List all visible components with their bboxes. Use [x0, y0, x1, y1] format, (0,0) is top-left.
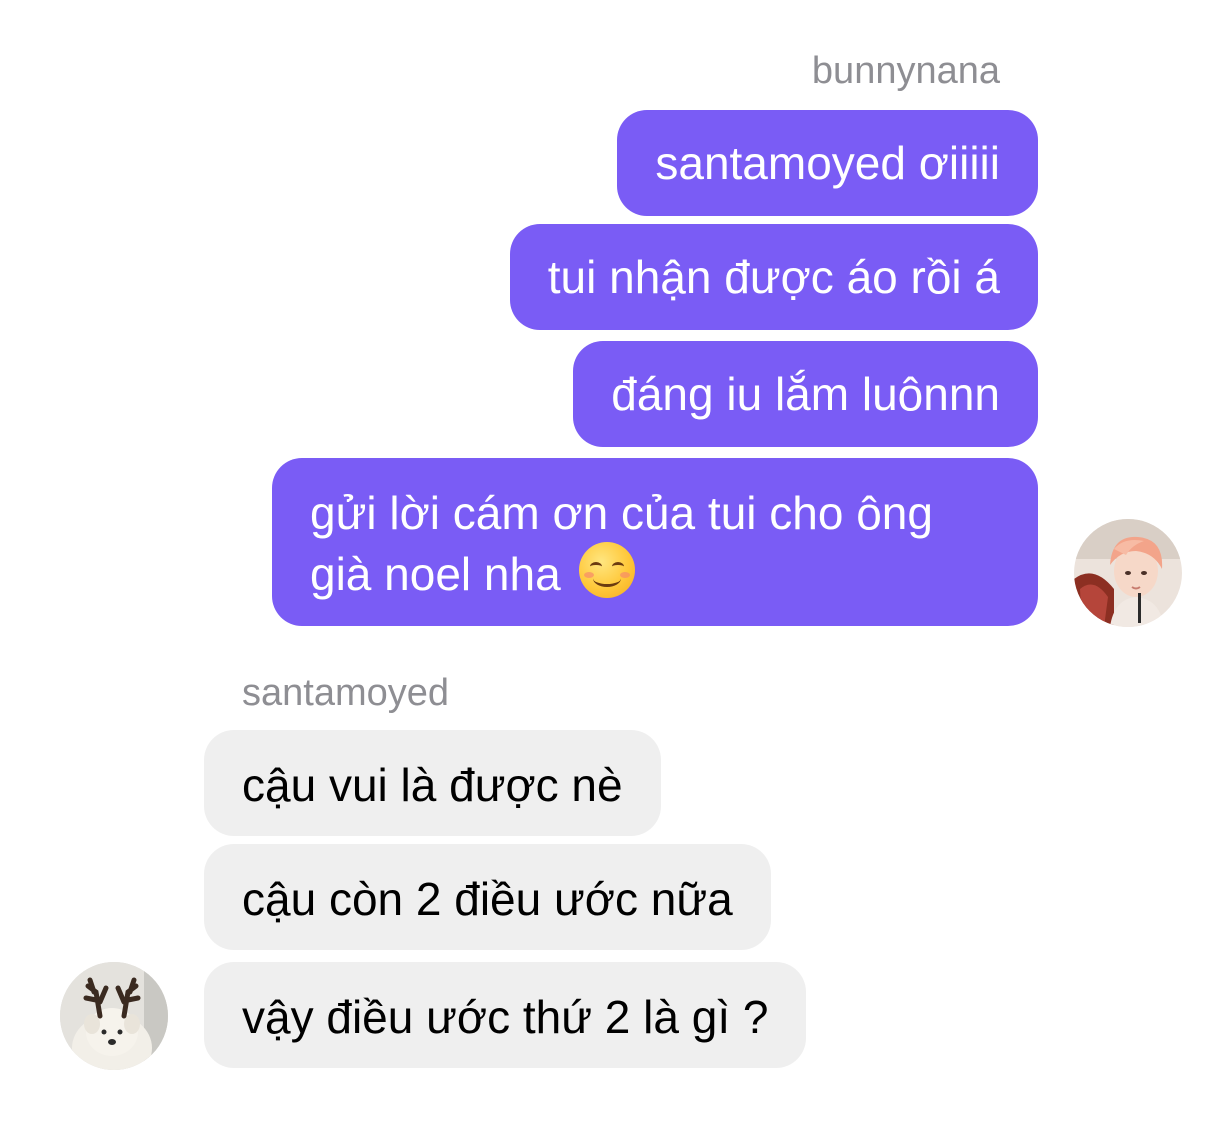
message-text: đáng iu lắm luônnn [611, 368, 1000, 420]
outgoing-message-bubble[interactable]: santamoyed ơiiiii [617, 110, 1038, 216]
outgoing-message-bubble[interactable]: gửi lời cám ơn của tui cho ông già noel … [272, 458, 1038, 626]
dog-with-antlers-photo-icon [60, 962, 168, 1070]
santamoyed-avatar[interactable] [60, 962, 168, 1070]
message-text-line-row: già noel nha [310, 542, 1000, 603]
outgoing-sender-name: bunnynana [811, 50, 1000, 92]
incoming-message-bubble[interactable]: cậu còn 2 điều ước nữa [204, 844, 771, 950]
bunnynana-avatar[interactable] [1074, 519, 1182, 627]
message-text-line: gửi lời cám ơn của tui cho ông [310, 487, 933, 539]
message-text: cậu vui là được nè [242, 759, 623, 811]
outgoing-message-bubble[interactable]: tui nhận được áo rồi á [509, 224, 1038, 330]
person-photo-icon [1074, 519, 1182, 627]
smiling-face-emoji-icon [579, 542, 636, 598]
incoming-message-bubble[interactable]: cậu vui là được nè [204, 730, 661, 836]
outgoing-message-bubble[interactable]: đáng iu lắm luônnn [573, 341, 1038, 447]
message-text: vậy điều ước thứ 2 là gì ? [242, 991, 769, 1043]
message-text-line: già noel nha [310, 548, 561, 600]
incoming-sender-name: santamoyed [242, 672, 450, 714]
message-text: tui nhận được áo rồi á [547, 251, 1000, 303]
message-text: santamoyed ơiiiii [655, 137, 1000, 189]
message-text: cậu còn 2 điều ước nữa [242, 873, 733, 925]
incoming-message-bubble[interactable]: vậy điều ước thứ 2 là gì ? [204, 962, 807, 1068]
